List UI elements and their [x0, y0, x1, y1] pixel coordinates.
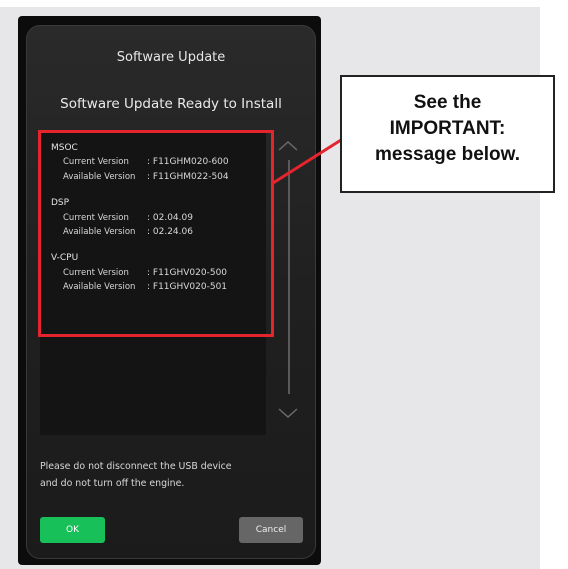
ok-button[interactable]: OK	[40, 517, 105, 543]
callout-line-3: message below.	[374, 144, 521, 165]
warning-message: Please do not disconnect the USB device …	[40, 461, 232, 489]
callout-line-1: See the	[413, 92, 482, 113]
callout-line-2: IMPORTANT:	[389, 118, 506, 139]
callout-text: See the IMPORTANT: message below.	[340, 90, 555, 168]
cancel-button[interactable]: Cancel	[239, 517, 303, 543]
